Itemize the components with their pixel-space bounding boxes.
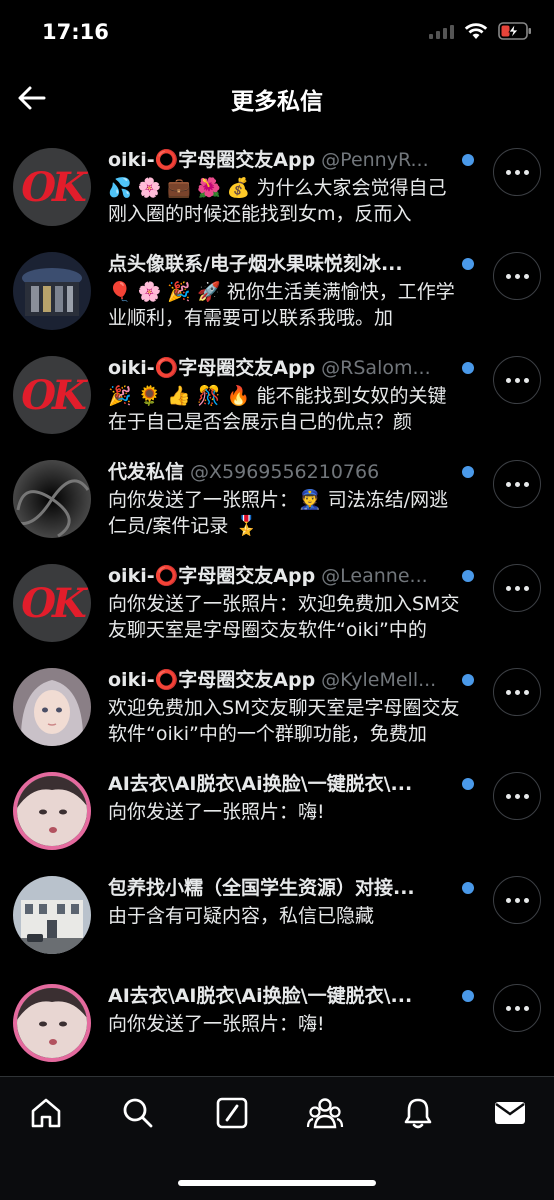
- unread-dot: [462, 990, 474, 1002]
- more-options-button[interactable]: [493, 148, 541, 196]
- tab-search[interactable]: [118, 1093, 158, 1133]
- message-preview: 💦 🌸 💼 🌺 💰 为什么大家会觉得自己刚入圈的时候还能找到女m，反而入: [108, 177, 447, 225]
- avatar[interactable]: [13, 876, 91, 954]
- more-options-button[interactable]: [493, 252, 541, 300]
- message-preview: 向你发送了一张照片：👮 司法冻结/网逃仁员/案件记录 🎖️: [108, 489, 449, 537]
- battery-charging-icon: [498, 22, 531, 40]
- home-indicator: [178, 1180, 376, 1186]
- avatar[interactable]: OK: [13, 356, 91, 434]
- sender-name: 点头像联系/电子烟水果味悦刻冰...: [108, 253, 403, 275]
- sender-handle: @KyleMell...: [321, 669, 437, 691]
- portrait-photo: [13, 668, 91, 746]
- tab-grok[interactable]: [212, 1093, 252, 1133]
- portrait-photo: [17, 988, 87, 1058]
- conversation-row[interactable]: OK oiki-⭕字母圈交友App @Leanne... 向你发送了一张照片：欢迎…: [0, 547, 554, 651]
- unread-dot: [462, 362, 474, 374]
- avatar[interactable]: [13, 984, 91, 1062]
- message-preview: 🎈 🌸 🎉 🚀 祝你生活美满愉快，工作学业顺利，有需要可以联系我哦。加: [108, 281, 455, 329]
- tab-home[interactable]: [26, 1093, 66, 1133]
- message-preview: 向你发送了一张照片：欢迎免费加入SM交友聊天室是字母圈交友软件“oiki”中的: [108, 593, 460, 641]
- status-time: 17:16: [42, 20, 109, 44]
- avatar[interactable]: [13, 668, 91, 746]
- sender-name: AI去衣\AI脱衣\Ai换脸\一键脱衣\...: [108, 985, 413, 1007]
- more-options-button[interactable]: [493, 876, 541, 924]
- portrait-photo: [17, 776, 87, 846]
- more-options-button[interactable]: [493, 356, 541, 404]
- conversation-header: 包养找小糯（全国学生资源）对接...: [108, 873, 466, 903]
- conversation-header: oiki-⭕字母圈交友App @PennyR...: [108, 145, 466, 175]
- communities-icon: [306, 1098, 344, 1129]
- product-photo: [13, 252, 91, 330]
- avatar[interactable]: [13, 252, 91, 330]
- avatar[interactable]: OK: [13, 564, 91, 642]
- conversation-header: 代发私信 @X5969556210766: [108, 457, 466, 487]
- unread-dot: [462, 466, 474, 478]
- conversation-row[interactable]: 包养找小糯（全国学生资源）对接... 由于含有可疑内容，私信已隐藏: [0, 859, 554, 963]
- conversation-row[interactable]: oiki-⭕字母圈交友App @KyleMell... 欢迎免费加入SM交友聊天室…: [0, 651, 554, 755]
- avatar[interactable]: [13, 460, 91, 538]
- conversation-row[interactable]: AI去衣\AI脱衣\Ai换脸\一键脱衣\... 向你发送了一张照片：嗨!: [0, 755, 554, 859]
- header: 更多私信: [0, 66, 554, 130]
- conversation-row[interactable]: 代发私信 @X5969556210766 向你发送了一张照片：👮 司法冻结/网逃仁…: [0, 443, 554, 547]
- home-icon: [31, 1098, 61, 1128]
- more-options-button[interactable]: [493, 564, 541, 612]
- conversation-header: AI去衣\AI脱衣\Ai换脸\一键脱衣\...: [108, 981, 466, 1011]
- tab-notifications[interactable]: [398, 1093, 438, 1133]
- grok-icon: [216, 1097, 248, 1129]
- ok-logo: OK: [21, 579, 87, 627]
- sender-name: oiki-⭕字母圈交友App: [108, 565, 316, 587]
- sender-name: AI去衣\AI脱衣\Ai换脸\一键脱衣\...: [108, 773, 413, 795]
- sender-name: oiki-⭕字母圈交友App: [108, 669, 316, 691]
- message-preview: 向你发送了一张照片：嗨!: [108, 801, 325, 823]
- message-preview: 向你发送了一张照片：嗨!: [108, 1013, 325, 1035]
- conversation-row[interactable]: OK oiki-⭕字母圈交友App @PennyR... 💦 🌸 💼 🌺 💰 为什…: [0, 131, 554, 235]
- sender-name: 包养找小糯（全国学生资源）对接...: [108, 877, 415, 899]
- search-icon: [123, 1098, 153, 1128]
- building-photo: [13, 876, 91, 954]
- conversation-header: AI去衣\AI脱衣\Ai换脸\一键脱衣\...: [108, 769, 466, 799]
- conversation-header: oiki-⭕字母圈交友App @RSalom...: [108, 353, 466, 383]
- unread-dot: [462, 570, 474, 582]
- abstract-photo: [13, 460, 91, 538]
- unread-dot: [462, 778, 474, 790]
- unread-dot: [462, 674, 474, 686]
- status-icons: [429, 22, 532, 40]
- page-title: 更多私信: [231, 89, 323, 115]
- message-preview: 欢迎免费加入SM交友聊天室是字母圈交友软件“oiki”中的一个群聊功能，免费加: [108, 697, 460, 745]
- conversation-row[interactable]: 点头像联系/电子烟水果味悦刻冰... 🎈 🌸 🎉 🚀 祝你生活美满愉快，工作学业…: [0, 235, 554, 339]
- conversation-header: 点头像联系/电子烟水果味悦刻冰...: [108, 249, 466, 279]
- more-options-button[interactable]: [493, 984, 541, 1032]
- sender-name: oiki-⭕字母圈交友App: [108, 357, 316, 379]
- tab-communities[interactable]: [305, 1093, 345, 1133]
- ok-logo: OK: [21, 163, 87, 211]
- sender-name: oiki-⭕字母圈交友App: [108, 149, 316, 171]
- message-preview: 🎉 🌻 👍 🎊 🔥 能不能找到女奴的关键在于自己是否会展示自己的优点？颜: [108, 385, 447, 433]
- more-options-button[interactable]: [493, 668, 541, 716]
- status-bar: 17:16: [0, 0, 554, 66]
- conversation-row[interactable]: OK oiki-⭕字母圈交友App @RSalom... 🎉 🌻 👍 🎊 🔥 能不…: [0, 339, 554, 443]
- avatar[interactable]: [13, 772, 91, 850]
- conversation-row[interactable]: AI去衣\AI脱衣\Ai换脸\一键脱衣\... 向你发送了一张照片：嗨!: [0, 963, 554, 1067]
- unread-dot: [462, 154, 474, 166]
- sender-handle: @X5969556210766: [190, 461, 380, 483]
- more-options-button[interactable]: [493, 460, 541, 508]
- message-preview: 由于含有可疑内容，私信已隐藏: [108, 905, 375, 927]
- unread-dot: [462, 882, 474, 894]
- conversation-header: oiki-⭕字母圈交友App @Leanne...: [108, 561, 466, 591]
- sender-handle: @Leanne...: [321, 565, 428, 587]
- wifi-icon: [464, 23, 488, 39]
- cellular-signal-icon: [429, 23, 454, 39]
- sender-handle: @PennyR...: [321, 149, 429, 171]
- tab-messages[interactable]: [490, 1093, 530, 1133]
- conversation-header: oiki-⭕字母圈交友App @KyleMell...: [108, 665, 466, 695]
- more-options-button[interactable]: [493, 772, 541, 820]
- messages-icon: [495, 1102, 525, 1124]
- ok-logo: OK: [21, 371, 87, 419]
- unread-dot: [462, 258, 474, 270]
- sender-name: 代发私信: [108, 461, 185, 483]
- sender-handle: @RSalom...: [321, 357, 431, 379]
- notifications-icon: [404, 1098, 432, 1129]
- avatar[interactable]: OK: [13, 148, 91, 226]
